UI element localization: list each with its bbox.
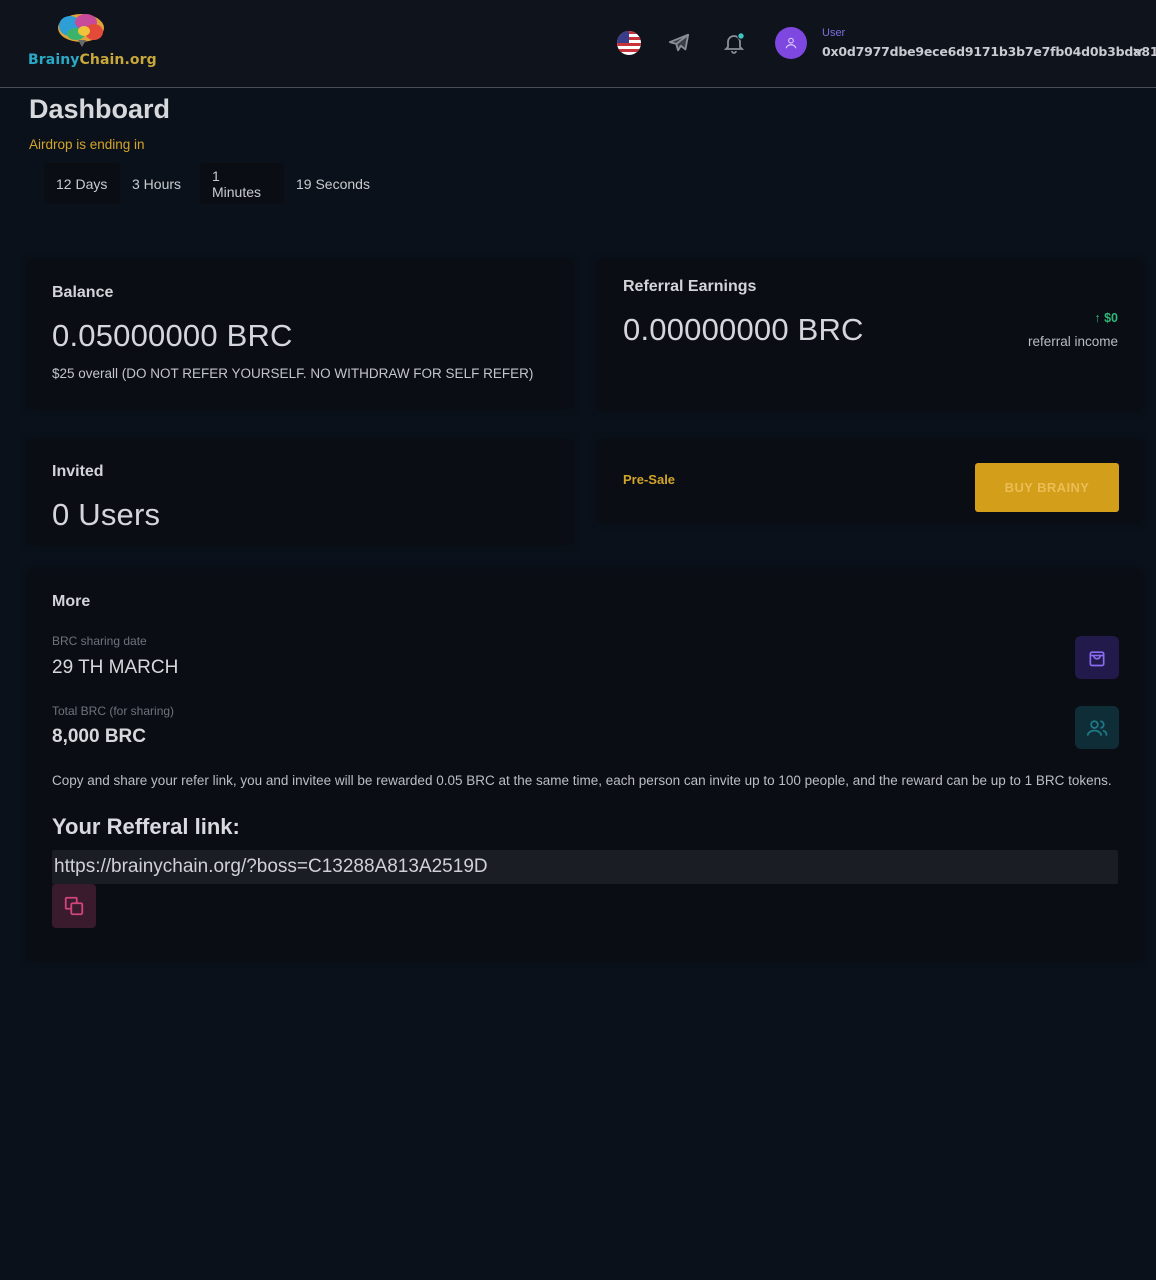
sharing-date-value: 29 TH MARCH xyxy=(52,657,179,678)
invited-card: Invited 0 Users xyxy=(28,440,572,544)
referral-trend: ↑ $0 xyxy=(1094,311,1118,325)
countdown-seconds: 19 Seconds xyxy=(296,175,370,192)
copy-link-button[interactable] xyxy=(52,884,96,928)
page-title: Dashboard xyxy=(29,94,171,124)
more-title: More xyxy=(52,593,91,610)
copy-icon xyxy=(64,896,84,916)
bell-icon[interactable] xyxy=(721,30,747,56)
referral-value: 0.00000000 BRC xyxy=(623,312,864,347)
user-avatar[interactable] xyxy=(775,27,807,59)
referral-link-heading: Your Refferal link: xyxy=(52,814,240,839)
countdown-minutes: 1 Minutes xyxy=(200,163,284,204)
airdrop-countdown: 12 Days 3 Hours 1 Minutes 19 Seconds xyxy=(44,163,384,204)
referral-link-field[interactable]: https://brainychain.org/?boss=C13288A813… xyxy=(52,850,1118,884)
top-header: BrainyChain.org User 0x0d7977dbe9ece6d91… xyxy=(0,0,1156,88)
chevron-down-icon[interactable] xyxy=(1133,47,1143,55)
brand-logo[interactable]: BrainyChain.org xyxy=(26,12,157,72)
referral-description: Copy and share your refer link, you and … xyxy=(52,773,1112,788)
total-brc-value: 8,000 BRC xyxy=(52,726,146,747)
sharing-date-label: BRC sharing date xyxy=(52,634,147,648)
telegram-icon[interactable] xyxy=(666,30,692,56)
us-flag-icon[interactable] xyxy=(617,31,641,55)
presale-label: Pre-Sale xyxy=(623,472,676,487)
referral-income-label: referral income xyxy=(1027,334,1118,349)
balance-title: Balance xyxy=(52,284,114,301)
invited-title: Invited xyxy=(52,463,104,480)
balance-note: $25 overall (DO NOT REFER YOURSELF. NO W… xyxy=(52,366,534,381)
total-brc-label: Total BRC (for sharing) xyxy=(52,704,175,718)
wallet-address[interactable]: 0x0d7977dbe9ece6d9171b3b7e7fb04d0b3bda81… xyxy=(822,44,1156,59)
presale-card: Pre-Sale BUY BRAINY xyxy=(598,440,1142,522)
referral-title: Referral Earnings xyxy=(623,278,757,295)
users-icon[interactable] xyxy=(1075,706,1119,749)
buy-brainy-button[interactable]: BUY BRAINY xyxy=(975,463,1119,512)
user-icon xyxy=(785,37,797,49)
invited-value: 0 Users xyxy=(52,497,161,532)
more-card: More BRC sharing date 29 TH MARCH Total … xyxy=(28,570,1142,960)
countdown-hours: 3 Hours xyxy=(132,175,182,192)
balance-value: 0.05000000 BRC xyxy=(52,318,293,353)
airdrop-notice: Airdrop is ending in xyxy=(29,137,145,152)
user-label: User xyxy=(822,27,846,39)
brain-logo-icon xyxy=(58,14,104,47)
referral-earnings-card: Referral Earnings 0.00000000 BRC ↑ $0 re… xyxy=(598,260,1142,410)
shopping-bag-icon[interactable] xyxy=(1075,636,1119,679)
brand-name: BrainyChain.org xyxy=(28,52,157,68)
countdown-days: 12 Days xyxy=(44,163,120,204)
balance-card: Balance 0.05000000 BRC $25 overall (DO N… xyxy=(28,260,572,408)
